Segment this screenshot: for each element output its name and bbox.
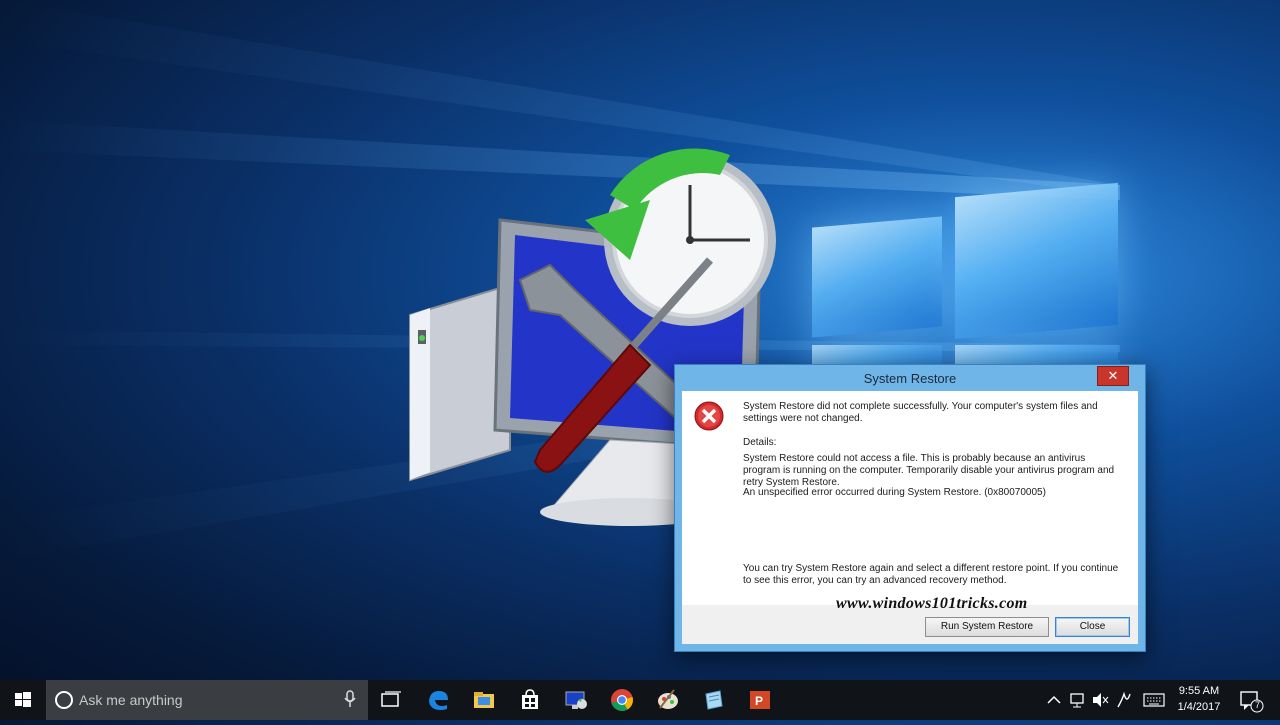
windows-logo-pane-tl — [812, 216, 942, 338]
paint-icon[interactable] — [654, 686, 682, 714]
chrome-icon[interactable] — [608, 686, 636, 714]
chevron-up-icon[interactable] — [1044, 680, 1064, 720]
windows-start-icon — [15, 692, 31, 707]
microphone-icon[interactable] — [344, 690, 356, 708]
details-label: Details: — [743, 437, 777, 448]
edge-icon[interactable] — [424, 686, 452, 714]
file-explorer-icon[interactable] — [470, 686, 498, 714]
powerpoint-icon[interactable]: P — [746, 686, 774, 714]
dialog-title: System Restore — [863, 371, 957, 386]
volume-muted-icon[interactable] — [1090, 680, 1110, 720]
search-placeholder: Ask me anything — [79, 692, 183, 708]
run-system-restore-button[interactable]: Run System Restore — [925, 617, 1049, 637]
cortana-icon[interactable] — [55, 691, 73, 709]
store-icon[interactable] — [516, 686, 544, 714]
clock[interactable]: 9:55 AM 1/4/2017 — [1168, 683, 1230, 715]
search-box[interactable]: Ask me anything — [46, 680, 368, 720]
network-icon[interactable] — [1068, 680, 1088, 720]
notepad-icon[interactable] — [700, 686, 728, 714]
taskbar: Ask me anything P 9:55 AM 1/4/2017 7 — [0, 680, 1280, 720]
close-icon[interactable]: ✕ — [1097, 366, 1129, 386]
clock-time: 9:55 AM — [1178, 685, 1220, 697]
notification-count: 7 — [1254, 700, 1260, 710]
clock-date: 1/4/2017 — [1177, 701, 1221, 713]
dialog-content: System Restore did not complete successf… — [682, 391, 1138, 605]
task-view-icon[interactable] — [376, 686, 404, 714]
details-text: System Restore could not access a file. … — [743, 453, 1115, 488]
error-message: System Restore did not complete successf… — [743, 401, 1098, 424]
svg-text:P: P — [755, 694, 763, 708]
start-button[interactable] — [0, 680, 46, 720]
error-code-line: An unspecified error occurred during Sys… — [743, 487, 1046, 498]
dialog-titlebar[interactable]: System Restore ✕ — [675, 365, 1145, 391]
error-icon — [694, 401, 724, 431]
windows-logo-pane-tr — [955, 182, 1118, 340]
keyboard-icon[interactable] — [1142, 680, 1166, 720]
recovery-hint: You can try System Restore again and sel… — [743, 563, 1119, 586]
close-button[interactable]: Close — [1055, 617, 1130, 637]
system-restore-app-icon[interactable] — [562, 686, 590, 714]
watermark: www.windows101tricks.com — [836, 595, 1028, 612]
action-center-button[interactable]: 7 — [1238, 680, 1264, 720]
pen-icon[interactable] — [1114, 680, 1134, 720]
